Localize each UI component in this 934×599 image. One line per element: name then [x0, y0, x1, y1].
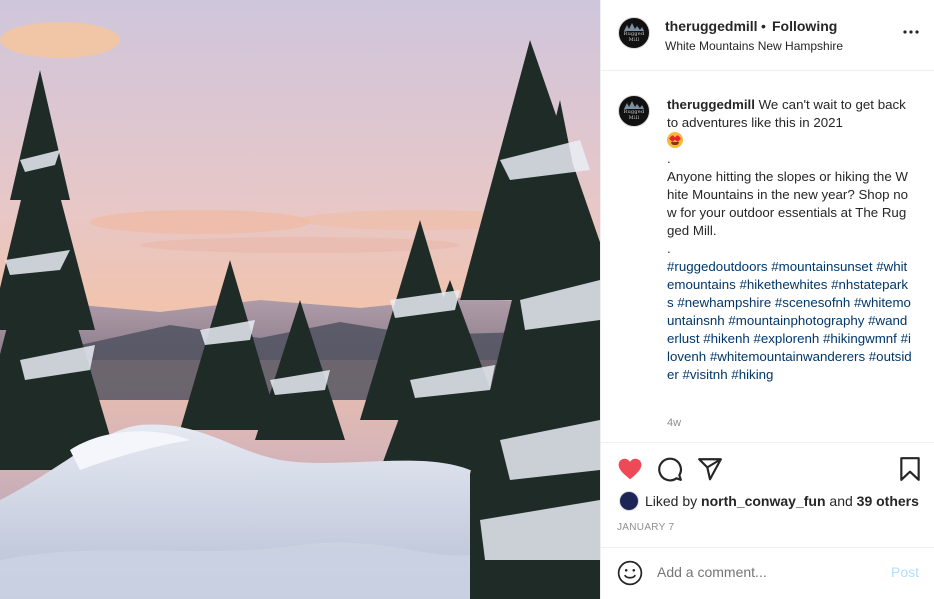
comment-input[interactable]	[657, 564, 877, 580]
liked-by-user[interactable]: north_conway_fun	[701, 493, 825, 509]
liker-avatar[interactable]	[619, 491, 639, 511]
emoji-smile-icon[interactable]	[617, 560, 643, 586]
location-link[interactable]: White Mountains New Hampshire	[665, 39, 843, 53]
post-photo[interactable]	[0, 0, 600, 599]
avatar-logo-text: Rugged Mill	[623, 109, 645, 121]
caption-text: theruggedmill We can't wait to get back …	[667, 96, 913, 384]
caption-avatar[interactable]: Rugged Mill	[618, 95, 650, 127]
post-comment-button[interactable]: Post	[891, 564, 919, 580]
caption-dot-1: .	[667, 151, 671, 166]
share-icon[interactable]	[697, 456, 723, 482]
post-date[interactable]: JANUARY 7	[617, 522, 674, 533]
caption-line-2: Anyone hitting the slopes or hiking the …	[667, 169, 908, 238]
avatar-logo-text: Rugged Mill	[623, 31, 645, 43]
post-actions: Liked by north_conway_fun and 39 others …	[601, 444, 934, 548]
ellipsis-horizontal-icon[interactable]	[903, 24, 919, 40]
tree-logo-icon	[624, 101, 644, 109]
header-avatar[interactable]: Rugged Mill	[618, 17, 650, 49]
header-separator: •	[761, 18, 766, 34]
comment-icon[interactable]	[657, 456, 683, 482]
liked-by-prefix: Liked by	[645, 493, 702, 509]
add-comment-bar: Post	[601, 549, 934, 599]
heart-eyes-emoji-icon	[667, 132, 683, 148]
header-username[interactable]: theruggedmill	[665, 18, 758, 34]
following-button[interactable]: Following	[772, 18, 837, 34]
caption-area: Rugged Mill theruggedmill We can't wait …	[601, 72, 934, 443]
liked-by-and: and	[825, 493, 857, 509]
caption-username[interactable]: theruggedmill	[667, 97, 755, 112]
caption-timestamp[interactable]: 4w	[667, 417, 681, 429]
caption-hashtags[interactable]: #ruggedoutdoors #mountainsunset #whitemo…	[667, 258, 913, 384]
snowy-forest-sunset-image	[0, 0, 600, 599]
post-side-panel: Rugged Mill theruggedmill • Following Wh…	[600, 0, 934, 599]
tree-logo-icon	[624, 23, 644, 31]
bookmark-icon[interactable]	[897, 456, 923, 482]
heart-filled-icon[interactable]	[617, 456, 643, 482]
liked-by-row: Liked by north_conway_fun and 39 others	[619, 490, 919, 512]
instagram-post: Rugged Mill theruggedmill • Following Wh…	[0, 0, 934, 599]
caption-dot-2: .	[667, 241, 671, 256]
post-header: Rugged Mill theruggedmill • Following Wh…	[601, 0, 934, 71]
liked-by-others[interactable]: 39 others	[857, 493, 919, 509]
